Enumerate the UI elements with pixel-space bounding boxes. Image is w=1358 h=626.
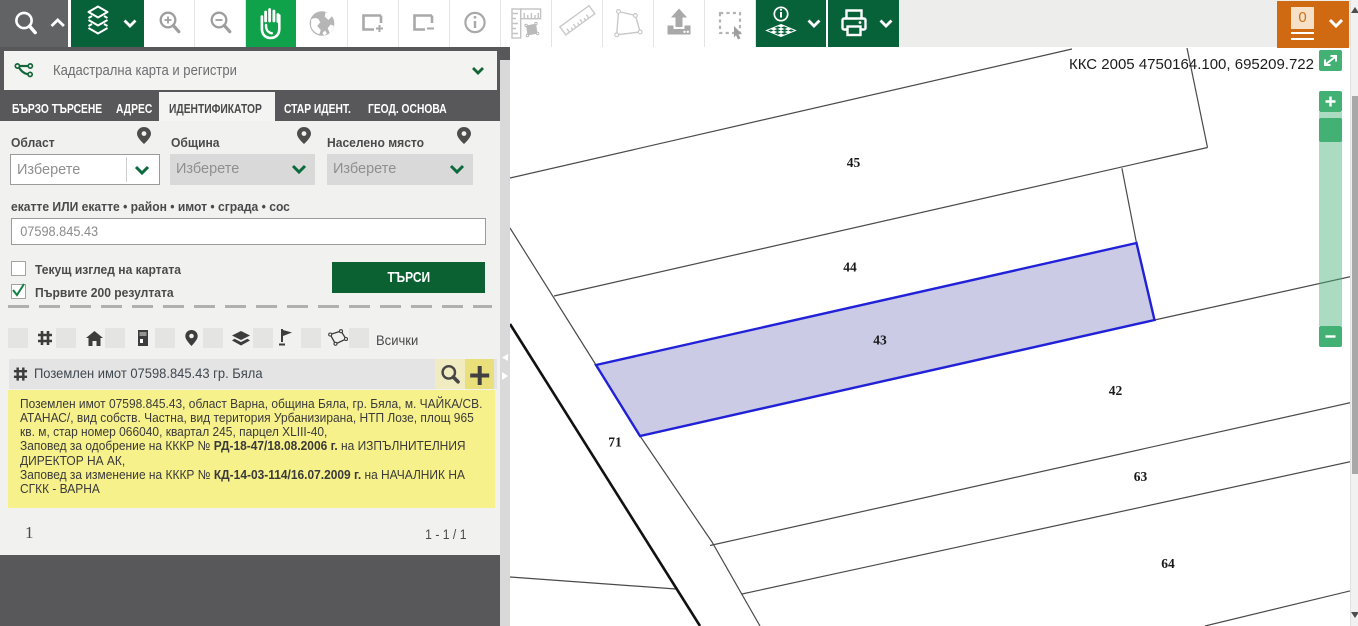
svg-text:42: 42 bbox=[1109, 383, 1123, 398]
svg-text:71: 71 bbox=[608, 435, 622, 450]
svg-text:45: 45 bbox=[847, 155, 861, 170]
svg-text:63: 63 bbox=[1134, 469, 1148, 484]
svg-text:43: 43 bbox=[873, 333, 887, 348]
svg-text:64: 64 bbox=[1161, 556, 1175, 571]
svg-text:44: 44 bbox=[843, 260, 857, 275]
